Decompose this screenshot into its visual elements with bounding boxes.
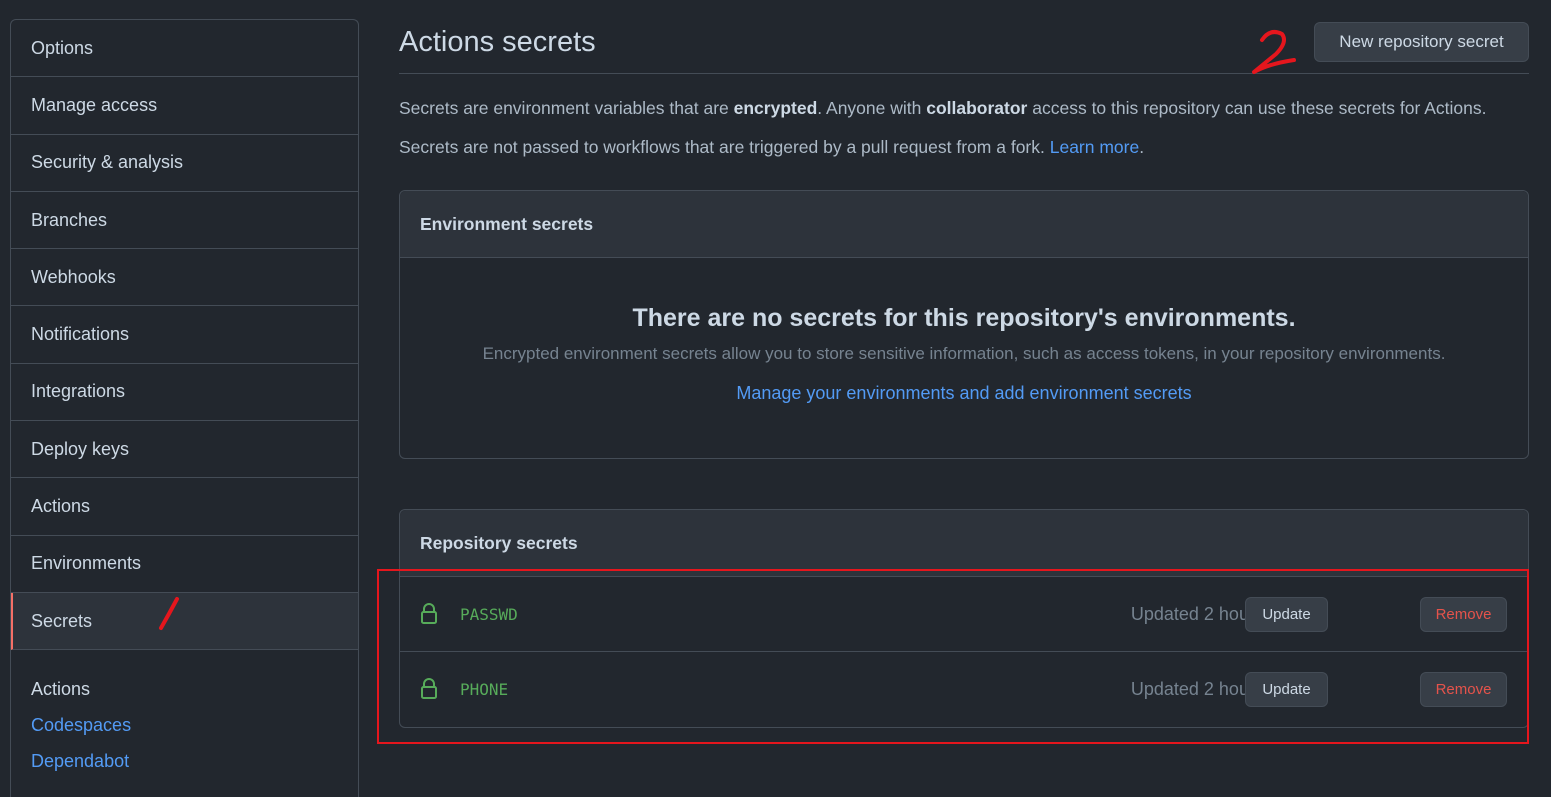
desc-text: Secrets are environment variables that a… <box>399 98 734 118</box>
repository-secrets-heading: Repository secrets <box>400 510 1528 577</box>
desc-bold-encrypted: encrypted <box>733 98 818 118</box>
sidebar-subitem-dependabot[interactable]: Dependabot <box>31 751 129 772</box>
sidebar-item-environments[interactable]: Environments <box>11 536 358 593</box>
settings-sidebar: Options Manage access Security & analysi… <box>10 19 359 797</box>
environment-secrets-heading: Environment secrets <box>400 191 1528 258</box>
blank-state-text: Encrypted environment secrets allow you … <box>482 344 1446 363</box>
sidebar-item-notifications[interactable]: Notifications <box>11 306 358 364</box>
desc-text: . <box>1139 137 1145 157</box>
manage-environments-link[interactable]: Manage your environments and add environ… <box>400 383 1528 404</box>
annotation-highlight-box <box>377 569 1529 744</box>
new-repository-secret-button[interactable]: New repository secret <box>1314 22 1529 62</box>
annotation-mark-2 <box>1252 30 1296 74</box>
environment-secrets-panel: Environment secrets There are no secrets… <box>399 190 1529 459</box>
sidebar-item-manage-access[interactable]: Manage access <box>11 77 358 135</box>
annotation-mark-1 <box>159 597 179 630</box>
description-line-1: Secrets are environment variables that a… <box>399 98 1486 119</box>
sidebar-item-branches[interactable]: Branches <box>11 192 358 250</box>
sidebar-item-deploy-keys[interactable]: Deploy keys <box>11 421 358 479</box>
sidebar-subitem-codespaces[interactable]: Codespaces <box>31 715 131 736</box>
sidebar-item-actions[interactable]: Actions <box>11 478 358 536</box>
sidebar-subitem-actions[interactable]: Actions <box>31 679 90 700</box>
desc-text: Secrets are not passed to workflows that… <box>399 137 1050 157</box>
description-line-2: Secrets are not passed to workflows that… <box>399 137 1144 158</box>
desc-text: access to this repository can use these … <box>1027 98 1487 118</box>
page-title: Actions secrets <box>399 26 596 58</box>
sidebar-item-options[interactable]: Options <box>11 20 358 78</box>
desc-text: . Anyone with <box>817 98 927 118</box>
sidebar-item-integrations[interactable]: Integrations <box>11 364 358 422</box>
learn-more-link[interactable]: Learn more <box>1050 137 1140 157</box>
sidebar-item-security-analysis[interactable]: Security & analysis <box>11 135 358 192</box>
blank-state-title: There are no secrets for this repository… <box>632 304 1296 332</box>
sidebar-item-webhooks[interactable]: Webhooks <box>11 249 358 307</box>
desc-bold-collaborator: collaborator <box>926 98 1028 118</box>
title-divider <box>399 73 1529 74</box>
